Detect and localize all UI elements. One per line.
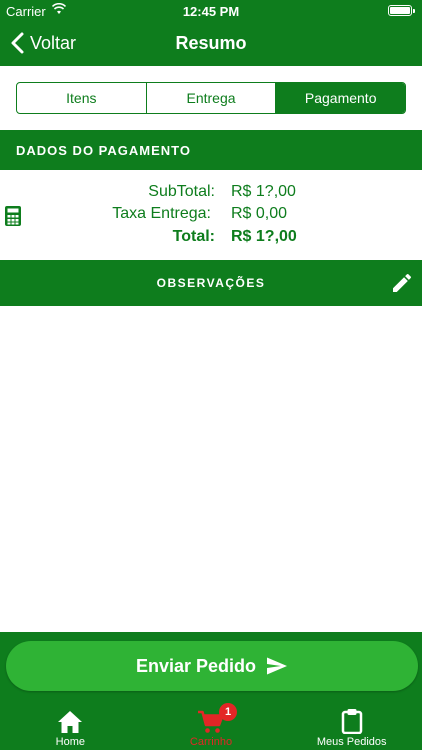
tab-home-label: Home (55, 736, 85, 748)
delivery-fee-row: Taxa Entrega: R$ 0,00 (0, 205, 422, 227)
top-bar: Carrier 12:45 PM Voltar Resumo (0, 0, 422, 66)
tab-my-orders-label: Meus Pedidos (316, 736, 387, 748)
tab-itens[interactable]: Itens (17, 83, 147, 113)
send-order-label: Enviar Pedido (135, 655, 257, 676)
total-label: Total: (172, 228, 215, 245)
delivery-fee-value: R$ 0,00 (231, 205, 288, 222)
payment-section-header: DADOS DO PAGAMENTO (0, 130, 422, 170)
subtotal-label: SubTotal: (148, 183, 215, 200)
status-time: 12:45 PM (182, 4, 240, 19)
tab-cart[interactable]: 1 Carrinho (141, 700, 282, 750)
total-value: R$ 1?,00 (231, 228, 297, 245)
tab-bar: Home 1 Carrinho Meus Pedidos (0, 700, 422, 750)
observations-title: OBSERVAÇÕES (156, 276, 266, 290)
page-title: Resumo (175, 33, 247, 53)
send-order-button[interactable]: Enviar Pedido (6, 641, 418, 691)
tab-pagamento[interactable]: Pagamento (276, 83, 405, 113)
clipboard-icon (341, 709, 362, 734)
cart-badge: 1 (219, 703, 237, 721)
segmented-control: Itens Entrega Pagamento (16, 82, 406, 114)
tab-cart-label: Carrinho (189, 736, 233, 748)
delivery-fee-label: Taxa Entrega: (112, 205, 211, 222)
send-icon (267, 657, 288, 675)
total-row: Total: R$ 1?,00 (0, 228, 422, 250)
status-bar: Carrier 12:45 PM (0, 0, 422, 22)
tab-my-orders[interactable]: Meus Pedidos (281, 700, 422, 750)
tab-home[interactable]: Home (0, 700, 141, 750)
edit-pencil-icon[interactable] (390, 271, 414, 295)
home-icon (58, 711, 83, 733)
battery-icon (388, 5, 415, 16)
observations-header: OBSERVAÇÕES (0, 260, 422, 306)
tab-entrega[interactable]: Entrega (147, 83, 277, 113)
subtotal-row: SubTotal: R$ 1?,00 (0, 183, 422, 205)
subtotal-value: R$ 1?,00 (231, 183, 296, 200)
